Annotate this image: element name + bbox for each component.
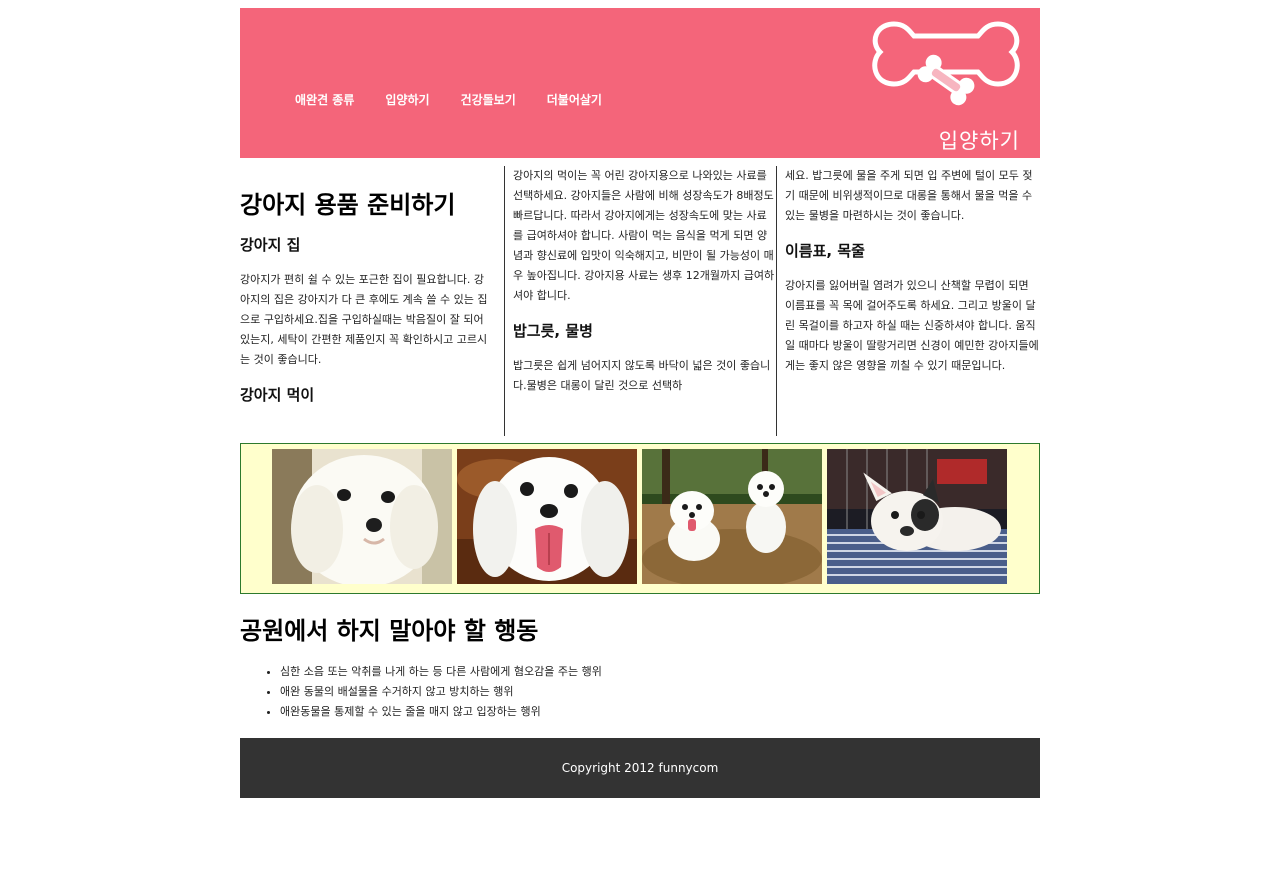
article-columns: 강아지 용품 준비하기 강아지 집 강아지가 편히 쉴 수 있는 포근한 집이 …	[240, 166, 1040, 436]
section-text-dog-house: 강아지가 편히 쉴 수 있는 포근한 집이 필요합니다. 강아지의 집은 강아지…	[240, 273, 488, 366]
copyright-text: Copyright 2012 funnycom	[561, 761, 719, 775]
section-text-name-tag: 강아지를 잃어버릴 염려가 있으니 산책할 무렵이 되면 이름표를 꼭 목에 걸…	[785, 279, 1039, 372]
section-heading-dog-house: 강아지 집	[240, 236, 301, 254]
section-heading-dog-food: 강아지 먹이	[240, 386, 315, 404]
article-column-1: 강아지 용품 준비하기 강아지 집 강아지가 편히 쉴 수 있는 포근한 집이 …	[240, 166, 492, 436]
nav-item-dog-breeds[interactable]: 애완견 종류	[295, 91, 354, 108]
park-rules-list: 심한 소음 또는 악취를 나게 하는 등 다른 사람에게 혐오감을 주는 행위 …	[240, 662, 1040, 722]
list-item: 애완 동물의 배설물을 수거하지 않고 방치하는 행위	[280, 682, 1040, 702]
main-nav: 애완견 종류 입양하기 건강돌보기 더불어살기	[288, 91, 609, 108]
site-logo[interactable]: 입양하기	[866, 18, 1026, 153]
article-column-3: 세요. 밥그릇에 물을 주게 되면 입 주변에 털이 모두 젖기 때문에 비위생…	[776, 166, 1041, 436]
maltese-tongue-photo[interactable]	[457, 449, 637, 584]
section-text-bowl-bottle-part1: 밥그릇은 쉽게 넘어지지 않도록 바닥이 넓은 것이 좋습니다.물병은 대롱이 …	[513, 359, 771, 392]
list-item: 애완동물을 통제할 수 있는 줄을 매지 않고 입장하는 행위	[280, 702, 1040, 722]
section-text-bowl-bottle-part2: 세요. 밥그릇에 물을 주게 되면 입 주변에 털이 모두 젖기 때문에 비위생…	[785, 169, 1033, 222]
nav-item-health-care[interactable]: 건강돌보기	[461, 91, 516, 108]
article-title: 강아지 용품 준비하기	[240, 191, 456, 219]
section-text-dog-food: 강아지의 먹이는 꼭 어린 강아지용으로 나와있는 사료를 선택하세요. 강아지…	[513, 169, 775, 302]
white-puppy-photo[interactable]	[272, 449, 452, 584]
bone-logo-icon	[872, 21, 1020, 106]
list-item: 심한 소음 또는 악취를 나게 하는 등 다른 사람에게 혐오감을 주는 행위	[280, 662, 1040, 682]
park-rules-title: 공원에서 하지 말아야 할 행동	[240, 617, 539, 645]
section-heading-name-tag: 이름표, 목줄	[785, 242, 865, 260]
article-column-2: 강아지의 먹이는 꼭 어린 강아지용으로 나와있는 사료를 선택하세요. 강아지…	[504, 166, 775, 436]
page-wrapper: 애완견 종류 입양하기 건강돌보기 더불어살기 입양하기 강아지 용품 준비하기…	[240, 8, 1040, 798]
two-white-dogs-photo[interactable]	[642, 449, 822, 584]
park-rules-section: 공원에서 하지 말아야 할 행동 심한 소음 또는 악취를 나게 하는 등 다른…	[240, 616, 1040, 722]
photo-gallery	[240, 443, 1040, 594]
site-footer: Copyright 2012 funnycom	[240, 738, 1040, 798]
nav-item-adoption[interactable]: 입양하기	[385, 91, 429, 108]
section-heading-bowl-bottle: 밥그릇, 물병	[513, 322, 593, 340]
logo-text: 입양하기	[938, 129, 1020, 153]
nav-item-living-together[interactable]: 더불어살기	[547, 91, 602, 108]
site-header: 애완견 종류 입양하기 건강돌보기 더불어살기 입양하기	[240, 8, 1040, 158]
french-bulldog-photo[interactable]	[827, 449, 1007, 584]
